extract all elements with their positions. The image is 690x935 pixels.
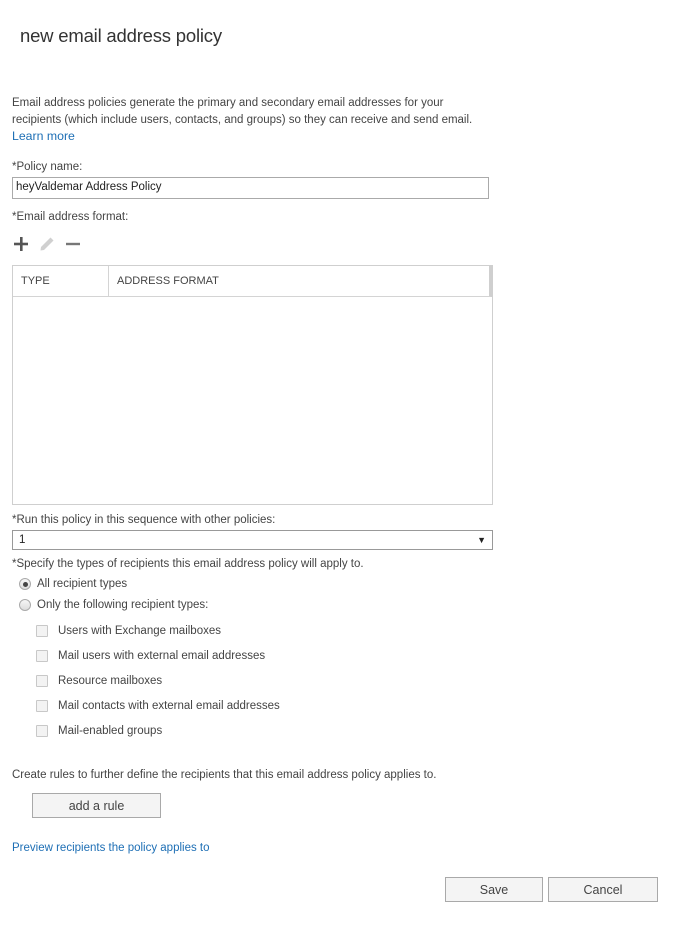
email-format-label: *Email address format: bbox=[12, 211, 129, 223]
checkbox-users-exchange-mailboxes[interactable]: Users with Exchange mailboxes bbox=[36, 625, 221, 637]
checkbox-mail-contacts-external[interactable]: Mail contacts with external email addres… bbox=[36, 700, 280, 712]
cancel-button[interactable]: Cancel bbox=[548, 877, 658, 902]
checkbox-label: Resource mailboxes bbox=[58, 675, 163, 687]
chevron-down-icon: ▼ bbox=[477, 535, 486, 545]
radio-button[interactable] bbox=[19, 599, 31, 611]
policy-name-input[interactable]: heyValdemar Address Policy bbox=[12, 177, 489, 199]
checkbox-mail-enabled-groups[interactable]: Mail-enabled groups bbox=[36, 725, 162, 737]
plus-icon[interactable] bbox=[12, 235, 30, 253]
radio-button-selected[interactable] bbox=[19, 578, 31, 590]
radio-all-recipient-types[interactable]: All recipient types bbox=[19, 578, 127, 590]
save-button[interactable]: Save bbox=[445, 877, 543, 902]
pencil-icon[interactable] bbox=[38, 235, 56, 253]
checkbox-label: Mail users with external email addresses bbox=[58, 650, 266, 662]
rules-description: Create rules to further define the recip… bbox=[12, 769, 437, 781]
checkbox[interactable] bbox=[36, 650, 48, 662]
minus-icon[interactable] bbox=[64, 235, 82, 253]
recipients-label: *Specify the types of recipients this em… bbox=[12, 558, 364, 570]
intro-text: Email address policies generate the prim… bbox=[12, 97, 473, 126]
column-header-type[interactable]: TYPE bbox=[13, 266, 109, 296]
checkbox-mail-users-external[interactable]: Mail users with external email addresses bbox=[36, 650, 265, 662]
radio-label: Only the following recipient types: bbox=[37, 599, 209, 611]
learn-more-link[interactable]: Learn more bbox=[12, 129, 75, 143]
checkbox-resource-mailboxes[interactable]: Resource mailboxes bbox=[36, 675, 162, 687]
preview-recipients-link[interactable]: Preview recipients the policy applies to bbox=[12, 842, 210, 854]
checkbox-label: Mail-enabled groups bbox=[58, 725, 163, 737]
checkbox-label: Users with Exchange mailboxes bbox=[58, 625, 221, 637]
sequence-label: *Run this policy in this sequence with o… bbox=[12, 514, 276, 526]
dialog-title: new email address policy bbox=[20, 25, 222, 46]
checkbox[interactable] bbox=[36, 625, 48, 637]
radio-only-following-types[interactable]: Only the following recipient types: bbox=[19, 599, 208, 611]
checkbox-label: Mail contacts with external email addres… bbox=[58, 700, 280, 712]
email-format-table: TYPE ADDRESS FORMAT bbox=[12, 265, 493, 505]
column-header-address-format[interactable]: ADDRESS FORMAT bbox=[109, 266, 219, 296]
sequence-selected-value: 1 bbox=[19, 534, 26, 546]
checkbox[interactable] bbox=[36, 700, 48, 712]
checkbox[interactable] bbox=[36, 675, 48, 687]
radio-label: All recipient types bbox=[37, 578, 128, 590]
add-rule-button[interactable]: add a rule bbox=[32, 793, 161, 818]
email-format-toolbar bbox=[12, 233, 82, 255]
intro-description: Email address policies generate the prim… bbox=[12, 95, 492, 146]
sequence-select[interactable]: 1 ▼ bbox=[12, 530, 493, 550]
table-header: TYPE ADDRESS FORMAT bbox=[13, 266, 492, 297]
checkbox[interactable] bbox=[36, 725, 48, 737]
policy-name-label: *Policy name: bbox=[12, 161, 83, 173]
